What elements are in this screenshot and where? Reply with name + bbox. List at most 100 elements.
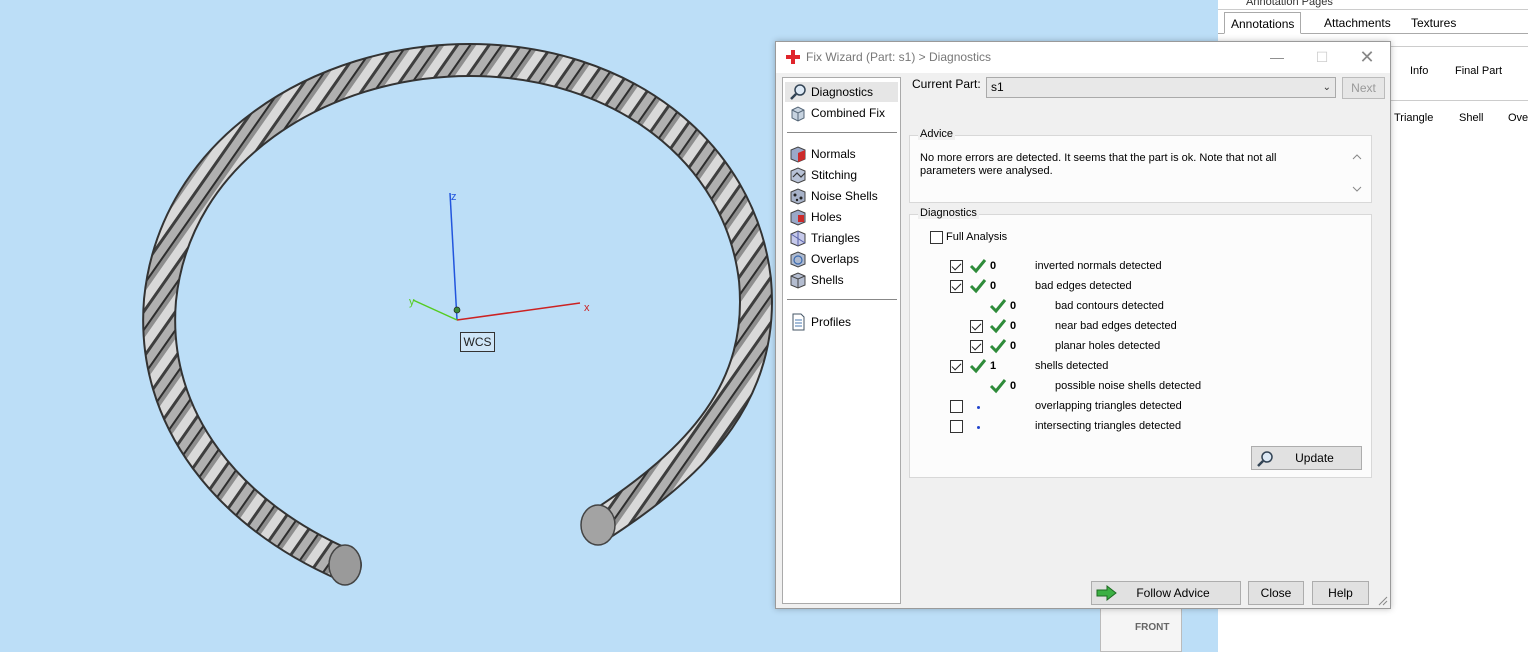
green-check-icon (989, 339, 1007, 354)
update-button[interactable]: Update (1251, 446, 1362, 470)
document-icon (792, 313, 805, 331)
advice-title: Advice (918, 128, 956, 140)
green-check-icon (969, 279, 987, 294)
fix-wizard-dialog: Fix Wizard (Part: s1) > Diagnostics — ☐ … (775, 41, 1391, 609)
close-button[interactable]: Close (1248, 581, 1304, 605)
nav-label: Holes (811, 210, 842, 224)
nav-item-profiles[interactable]: Profiles (785, 312, 898, 332)
magnifier-icon (790, 84, 806, 100)
green-arrow-icon (1096, 585, 1117, 601)
next-button[interactable]: Next (1342, 77, 1385, 99)
bad-edges-checkbox[interactable] (950, 280, 963, 293)
nav-item-shells[interactable]: Shells (785, 270, 898, 290)
advice-group: Advice No more errors are detected. It s… (909, 128, 1372, 203)
nav-item-stitching[interactable]: Stitching (785, 165, 898, 185)
nav-label: Noise Shells (811, 189, 878, 203)
bad-contours-label: bad contours detected (1055, 300, 1164, 312)
pending-dot-icon (977, 406, 980, 409)
near-bad-edges-count: 0 (1010, 320, 1017, 332)
tab-annotations[interactable]: Annotations (1224, 12, 1302, 34)
wizard-navigation: Diagnostics Combined Fix Normals Stitchi… (782, 77, 901, 604)
combined-fix-icon (791, 106, 805, 122)
x-axis-line (456, 302, 581, 321)
current-part-label: Current Part: (912, 77, 981, 91)
nav-item-triangles[interactable]: Triangles (785, 228, 898, 248)
intersecting-triangles-label: intersecting triangles detected (1035, 420, 1182, 432)
chevron-down-icon: ⌄ (1322, 82, 1331, 93)
planar-holes-label: planar holes detected (1055, 340, 1161, 352)
shells-label: shells detected (1035, 360, 1109, 372)
nav-item-normals[interactable]: Normals (785, 144, 898, 164)
full-analysis-label: Full Analysis (946, 231, 1008, 243)
noise-shells-cube-icon (790, 188, 806, 205)
bad-contours-count: 0 (1010, 300, 1017, 312)
nav-item-diagnostics[interactable]: Diagnostics (785, 82, 898, 102)
near-bad-edges-label: near bad edges detected (1055, 320, 1177, 332)
overlapping-triangles-checkbox[interactable] (950, 400, 963, 413)
planar-holes-checkbox[interactable] (970, 340, 983, 353)
annotation-pages-header[interactable]: Annotation Pages (1218, 0, 1528, 10)
tab-overlap[interactable]: Ove (1508, 112, 1528, 124)
view-cube-front-label: FRONT (1135, 622, 1170, 633)
update-label: Update (1295, 451, 1334, 465)
magnifier-icon (1257, 451, 1273, 467)
inverted-normals-checkbox[interactable] (950, 260, 963, 273)
green-check-icon (989, 299, 1007, 314)
normals-cube-icon (790, 146, 806, 163)
advice-text: No more errors are detected. It seems th… (920, 152, 1277, 177)
nav-label: Profiles (811, 315, 852, 329)
diagnostics-title: Diagnostics (918, 207, 979, 219)
tab-triangle[interactable]: Triangle (1394, 112, 1433, 124)
green-check-icon (969, 259, 987, 274)
nav-item-overlaps[interactable]: Overlaps (785, 249, 898, 269)
nav-item-holes[interactable]: Holes (785, 207, 898, 227)
near-bad-edges-checkbox[interactable] (970, 320, 983, 333)
intersecting-triangles-checkbox[interactable] (950, 420, 963, 433)
tab-final-part[interactable]: Final Part (1455, 65, 1502, 77)
minimize-icon[interactable]: — (1262, 46, 1292, 68)
follow-advice-label: Follow Advice (1136, 586, 1210, 600)
full-analysis-checkbox[interactable] (930, 231, 943, 244)
bad-edges-label: bad edges detected (1035, 280, 1132, 292)
resize-grip-icon[interactable] (1378, 596, 1388, 606)
overlaps-cube-icon (790, 251, 806, 268)
tab-attachments[interactable]: Attachments (1318, 12, 1397, 34)
pending-dot-icon (977, 426, 980, 429)
nav-item-noise-shells[interactable]: Noise Shells (785, 186, 898, 206)
y-axis-line (412, 299, 458, 321)
close-icon[interactable]: ✕ (1352, 46, 1382, 68)
inverted-normals-label: inverted normals detected (1035, 260, 1162, 272)
dialog-titlebar[interactable]: Fix Wizard (Part: s1) > Diagnostics — ☐ … (776, 42, 1390, 73)
shells-checkbox[interactable] (950, 360, 963, 373)
red-cross-icon (786, 50, 800, 64)
green-check-icon (989, 319, 1007, 334)
maximize-icon[interactable]: ☐ (1307, 46, 1337, 68)
annotation-pages-label: Annotation Pages (1246, 0, 1333, 8)
view-cube[interactable]: FRONT (1100, 605, 1182, 652)
current-part-select[interactable]: s1 ⌄ (986, 77, 1336, 98)
stitching-cube-icon (790, 167, 806, 184)
tab-textures[interactable]: Textures (1405, 12, 1462, 34)
inverted-normals-count: 0 (990, 260, 997, 272)
noise-shells-count: 0 (1010, 380, 1017, 392)
z-axis-label: z (451, 191, 457, 203)
bad-edges-count: 0 (990, 280, 997, 292)
z-axis-line (449, 192, 458, 321)
advice-scrollbar[interactable] (1349, 150, 1365, 196)
x-axis-label: x (584, 302, 590, 314)
follow-advice-button[interactable]: Follow Advice (1091, 581, 1241, 605)
dialog-title: Fix Wizard (Part: s1) > Diagnostics (806, 50, 992, 64)
right-panel-tabs: Annotations Attachments Textures (1218, 12, 1528, 34)
nav-item-combined-fix[interactable]: Combined Fix (785, 103, 898, 123)
tab-shell[interactable]: Shell (1459, 112, 1483, 124)
holes-cube-icon (790, 209, 806, 226)
green-check-icon (989, 379, 1007, 394)
tab-info[interactable]: Info (1410, 65, 1428, 77)
y-axis-label: y (409, 296, 415, 308)
nav-label: Normals (811, 147, 856, 161)
planar-holes-count: 0 (1010, 340, 1017, 352)
nav-label: Combined Fix (811, 106, 886, 120)
noise-shells-label: possible noise shells detected (1055, 380, 1202, 392)
help-button[interactable]: Help (1312, 581, 1369, 605)
nav-label: Stitching (811, 168, 858, 182)
